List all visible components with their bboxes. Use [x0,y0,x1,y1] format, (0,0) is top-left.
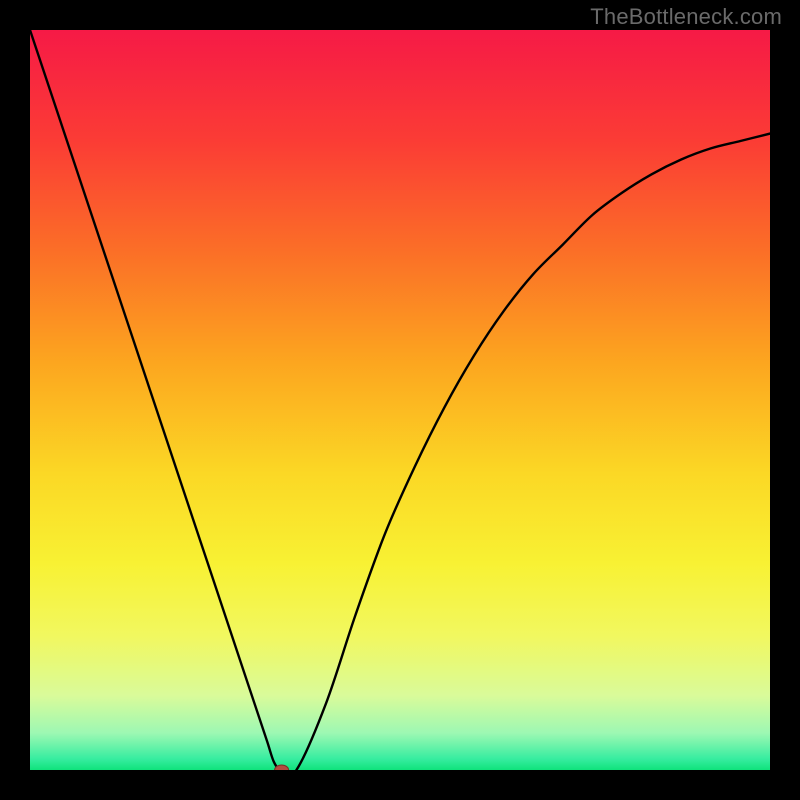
chart-svg [30,30,770,770]
gradient-background [30,30,770,770]
plot-area [30,30,770,770]
chart-frame: TheBottleneck.com [0,0,800,800]
watermark-text: TheBottleneck.com [590,4,782,30]
